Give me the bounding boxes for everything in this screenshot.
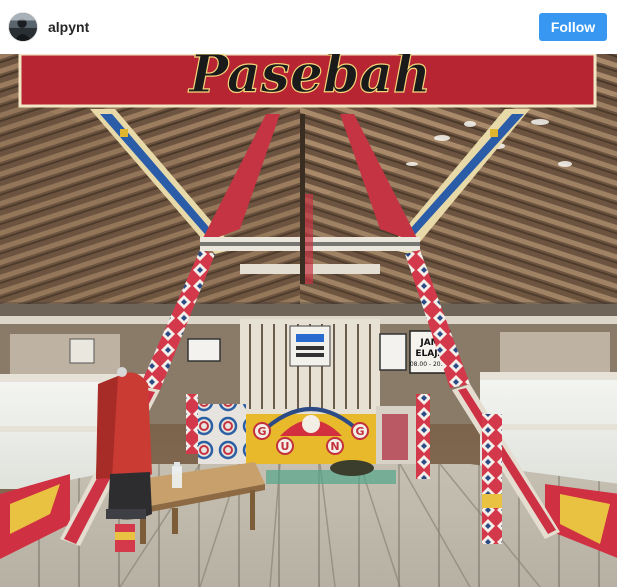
left-sign xyxy=(187,338,221,362)
post-header: alpynt Follow xyxy=(0,0,620,54)
banner-text: Pasebah xyxy=(187,54,431,105)
follow-button[interactable]: Follow xyxy=(539,13,607,41)
gate-letter-4: G xyxy=(355,425,364,438)
wall-frame xyxy=(69,338,95,364)
top-banner: Pasebah xyxy=(18,54,597,108)
gate-letter-3: N xyxy=(330,440,339,453)
username[interactable]: alpynt xyxy=(48,19,89,35)
bag-on-floor xyxy=(330,460,374,476)
profile-avatar-icon xyxy=(9,13,37,41)
avatar[interactable] xyxy=(8,12,38,42)
right-sign xyxy=(379,333,407,371)
post-photo[interactable]: Pasebah JAM ELAJA 08.00 - 20.00 G U N G xyxy=(0,54,620,587)
floor-mat xyxy=(266,470,396,484)
gate-letter-1: G xyxy=(257,425,266,438)
gate-letter-2: U xyxy=(281,440,290,453)
